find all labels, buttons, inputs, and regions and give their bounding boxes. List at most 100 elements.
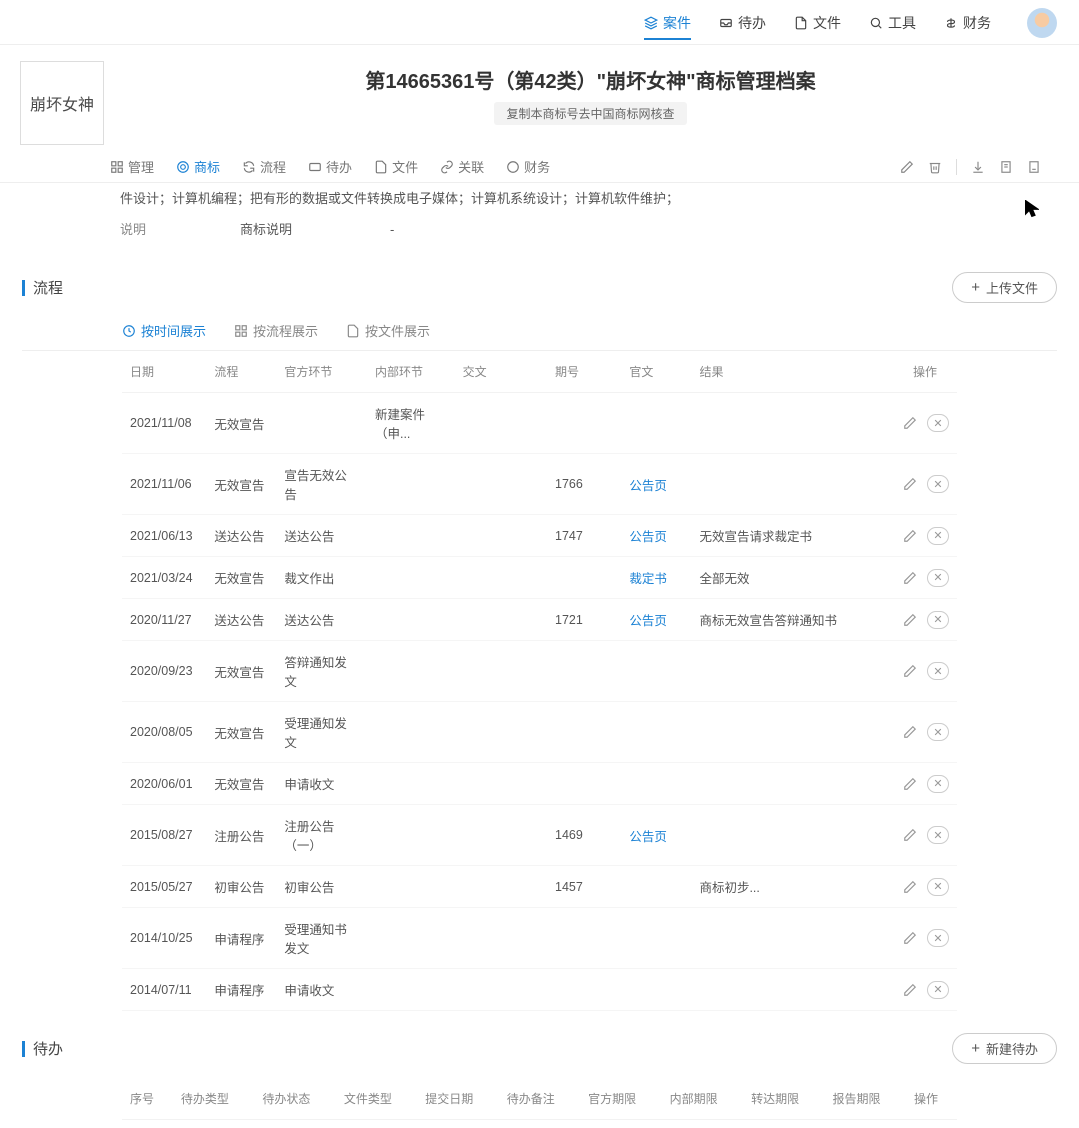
edit-icon[interactable] <box>900 160 914 174</box>
delete-button[interactable]: ✕ <box>927 414 949 432</box>
topnav-todo[interactable]: 待办 <box>719 13 766 33</box>
cell <box>547 702 621 763</box>
clock-icon <box>122 324 136 338</box>
cell <box>547 763 621 805</box>
viewtab-time-label: 按时间展示 <box>141 321 206 340</box>
delete-button[interactable]: ✕ <box>927 569 949 587</box>
th-issue: 期号 <box>547 351 621 393</box>
th: 官方期限 <box>580 1078 661 1120</box>
delete-button[interactable]: ✕ <box>927 929 949 947</box>
topnav-todo-label: 待办 <box>738 13 766 33</box>
tab-related-label: 关联 <box>458 157 484 176</box>
tab-files[interactable]: 文件 <box>374 157 418 176</box>
guanwen-link[interactable]: 公告页 <box>621 805 691 866</box>
op-cell: ✕ <box>879 908 957 969</box>
upload-file-button[interactable]: +上传文件 <box>952 272 1057 303</box>
cell <box>367 641 455 702</box>
tab-files-label: 文件 <box>392 157 418 176</box>
cell: 送达公告 <box>206 599 276 641</box>
inbox-icon <box>719 16 733 30</box>
guanwen-link[interactable]: 裁定书 <box>621 557 691 599</box>
cell: 2021/06/13 <box>122 515 206 557</box>
th-result: 结果 <box>691 351 878 393</box>
cell: 裁文作出 <box>276 557 367 599</box>
delete-button[interactable]: ✕ <box>927 611 949 629</box>
edit-icon[interactable] <box>903 571 917 585</box>
delete-button[interactable]: ✕ <box>927 878 949 896</box>
delete-button[interactable]: ✕ <box>927 662 949 680</box>
th: 转达期限 <box>743 1078 824 1120</box>
table-row: 2014/07/11申请程序申请收文✕ <box>122 969 957 1011</box>
tab-related[interactable]: 关联 <box>440 157 484 176</box>
tab-trademark-label: 商标 <box>194 157 220 176</box>
guanwen-link[interactable]: 公告页 <box>621 515 691 557</box>
tab-finance-label: 财务 <box>524 157 550 176</box>
topnav-tools-label: 工具 <box>888 13 916 33</box>
edit-icon[interactable] <box>903 777 917 791</box>
cell <box>367 515 455 557</box>
avatar[interactable] <box>1027 8 1057 38</box>
topnav-finance[interactable]: 财务 <box>944 13 991 33</box>
cell: 无效宣告 <box>206 393 276 454</box>
cell <box>367 866 455 908</box>
trash-icon[interactable] <box>928 160 942 174</box>
cell <box>547 641 621 702</box>
edit-icon[interactable] <box>903 529 917 543</box>
tab-todo-label: 待办 <box>326 157 352 176</box>
edit-icon[interactable] <box>903 477 917 491</box>
tab-todo[interactable]: 待办 <box>308 157 352 176</box>
delete-button[interactable]: ✕ <box>927 775 949 793</box>
table-row: 2021/03/24无效宣告裁文作出裁定书全部无效✕ <box>122 557 957 599</box>
subnav: 管理 商标 流程 待办 文件 关联 财务 <box>0 157 1079 183</box>
cell: 申请收文 <box>276 969 367 1011</box>
th: 待办类型 <box>173 1078 254 1120</box>
delete-button[interactable]: ✕ <box>927 527 949 545</box>
viewtab-time[interactable]: 按时间展示 <box>122 321 206 340</box>
cell: 1766 <box>547 454 621 515</box>
cell <box>691 805 878 866</box>
tab-flow-label: 流程 <box>260 157 286 176</box>
edit-icon[interactable] <box>903 983 917 997</box>
table-row: 2015/05/27初审公告初审公告1457商标初步...✕ <box>122 866 957 908</box>
edit-icon[interactable] <box>903 828 917 842</box>
op-cell: ✕ <box>879 557 957 599</box>
refresh-icon <box>242 160 256 174</box>
topnav-tools[interactable]: 工具 <box>869 13 916 33</box>
cell: 全部无效 <box>691 557 878 599</box>
delete-button[interactable]: ✕ <box>927 475 949 493</box>
new-todo-button[interactable]: +新建待办 <box>952 1033 1057 1064</box>
tab-trademark[interactable]: 商标 <box>176 157 220 176</box>
tab-flow[interactable]: 流程 <box>242 157 286 176</box>
doc-icon[interactable] <box>999 160 1013 174</box>
tab-finance[interactable]: 财务 <box>506 157 550 176</box>
cursor-icon <box>1025 200 1039 218</box>
delete-button[interactable]: ✕ <box>927 981 949 999</box>
th-op: 操作 <box>879 351 957 393</box>
topnav-cases[interactable]: 案件 <box>644 13 691 33</box>
edit-icon[interactable] <box>903 725 917 739</box>
cell: 注册公告 <box>206 805 276 866</box>
copy-trademark-link[interactable]: 复制本商标号去中国商标网核查 <box>494 102 686 125</box>
th-date: 日期 <box>122 351 206 393</box>
topnav-files[interactable]: 文件 <box>794 13 841 33</box>
guanwen-link[interactable]: 公告页 <box>621 599 691 641</box>
guanwen-link[interactable]: 公告页 <box>621 454 691 515</box>
viewtab-flow-label: 按流程展示 <box>253 321 318 340</box>
edit-icon[interactable] <box>903 880 917 894</box>
tab-manage[interactable]: 管理 <box>110 157 154 176</box>
pdf-icon[interactable] <box>1027 160 1041 174</box>
edit-icon[interactable] <box>903 416 917 430</box>
edit-icon[interactable] <box>903 664 917 678</box>
edit-icon[interactable] <box>903 613 917 627</box>
download-icon[interactable] <box>971 160 985 174</box>
file-icon <box>374 160 388 174</box>
delete-button[interactable]: ✕ <box>927 826 949 844</box>
edit-icon[interactable] <box>903 931 917 945</box>
th: 操作 <box>906 1078 957 1120</box>
cell: 受理通知发文 <box>276 702 367 763</box>
viewtab-flow[interactable]: 按流程展示 <box>234 321 318 340</box>
viewtab-file[interactable]: 按文件展示 <box>346 321 430 340</box>
cell: 2021/11/06 <box>122 454 206 515</box>
cell <box>547 557 621 599</box>
delete-button[interactable]: ✕ <box>927 723 949 741</box>
